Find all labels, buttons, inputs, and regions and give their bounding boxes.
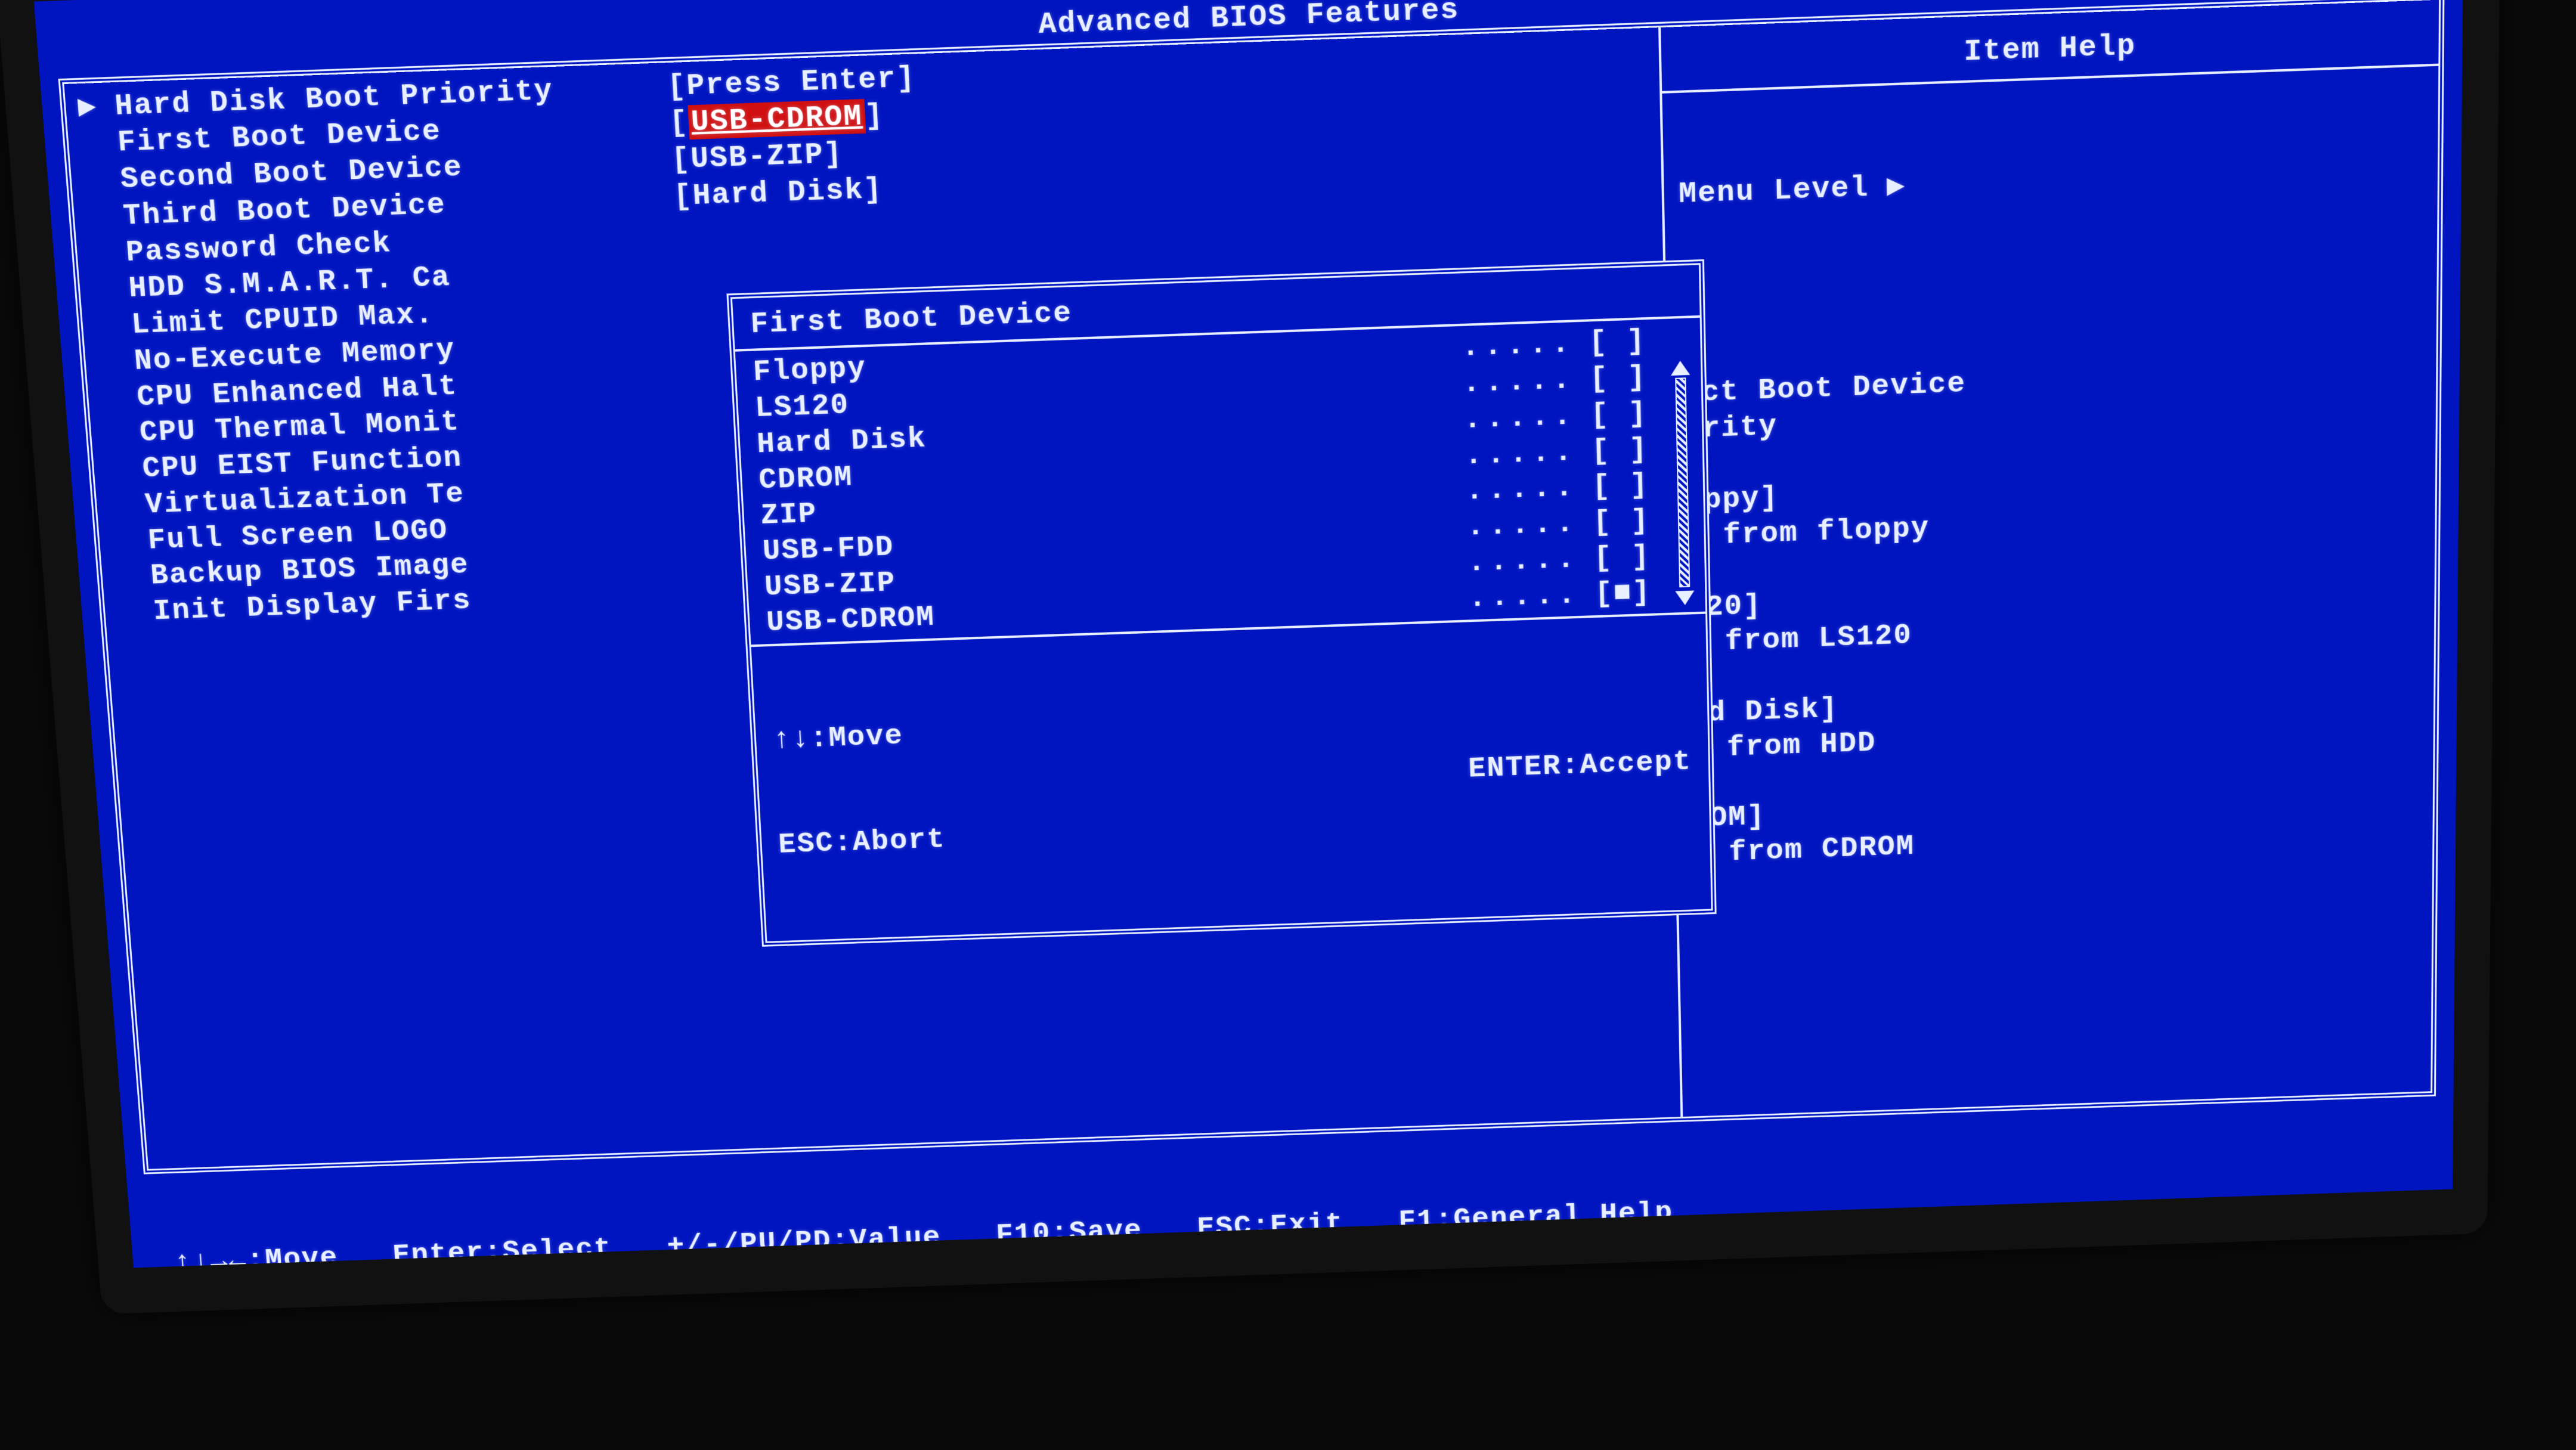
popup-option-checkbox[interactable]: [ ] — [1589, 322, 1684, 361]
setting-value[interactable]: [Press Enter] — [667, 60, 917, 104]
popup-options-list: Floppy.....[ ]LS120.....[ ]Hard Disk....… — [735, 318, 1705, 647]
popup-help-abort: ESC:Abort — [778, 822, 965, 863]
popup-help-move: ↑↓:Move — [772, 717, 959, 758]
scroll-track[interactable] — [1675, 377, 1690, 587]
menu-level-label: Menu Level — [1679, 171, 1869, 212]
setting-value[interactable]: [USB-ZIP] — [671, 137, 844, 177]
popup-help-bar: ↑↓:Move ESC:Abort ENTER:Accept — [751, 614, 1711, 941]
item-help-pane: Item Help Menu Level ect Boot Deviceorit… — [1658, 0, 2439, 1117]
popup-help-accept: ENTER:Accept — [1467, 744, 1692, 787]
setting-value[interactable]: USB-CDROM — [688, 99, 866, 140]
legend-line-1: ↑↓→←:Move Enter:Select +/-/PU/PD:Value F… — [173, 1170, 2412, 1268]
bios-screen: 2006 Award Software Advanced BIOS Featur… — [34, 0, 2464, 1268]
monitor-bezel: 2006 Award Software Advanced BIOS Featur… — [0, 0, 2500, 1314]
item-help-body: Menu Level ect Boot Deviceority oppy]t f… — [1662, 66, 2438, 951]
boot-device-popup: First Boot Device Floppy.....[ ]LS120...… — [726, 259, 1716, 946]
main-frame: ▶ Hard Disk Boot Priority [Press Enter] … — [58, 0, 2445, 1174]
popup-scrollbar[interactable] — [1671, 361, 1695, 601]
bracket-close: ] — [864, 98, 885, 134]
setting-value[interactable]: [Hard Disk] — [673, 172, 883, 213]
chevron-right-icon — [1869, 169, 1906, 205]
bracket-open: [ — [668, 106, 689, 141]
scroll-down-icon[interactable] — [1675, 591, 1695, 606]
scroll-up-icon[interactable] — [1671, 361, 1690, 376]
